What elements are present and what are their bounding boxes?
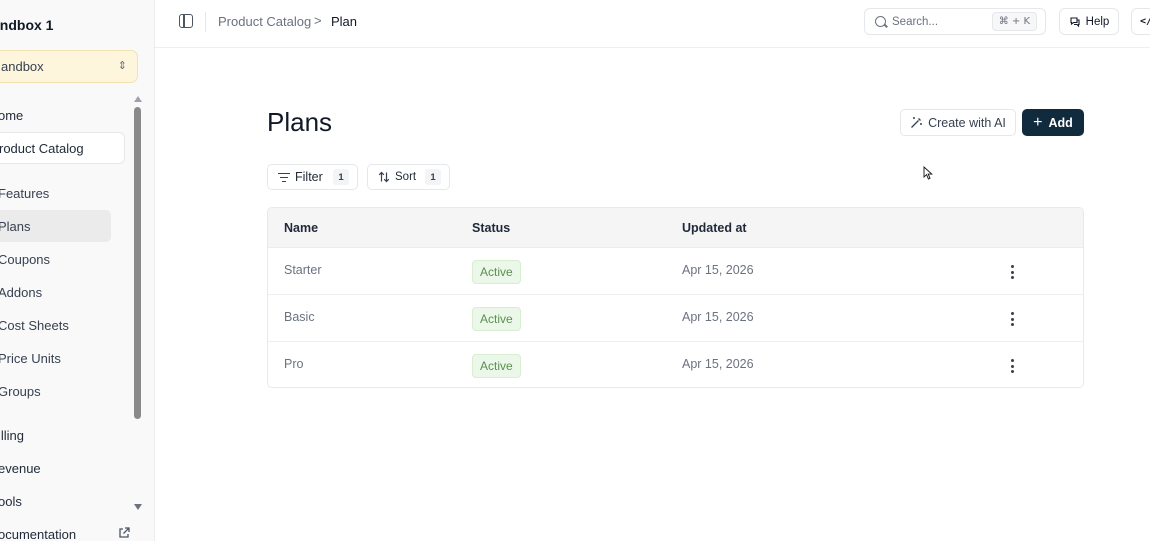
environment-select[interactable]: andbox ⇕ [0,50,138,83]
search-shortcut: ⌘ + K [991,12,1037,31]
sidebar-item-label: Cost Sheets [0,317,69,333]
sidebar-item-tools[interactable]: ools [0,485,22,517]
status-cell: Active [472,307,521,331]
table-row[interactable]: Starter Active Apr 15, 2026 [268,248,1083,295]
sidebar-item-groups[interactable]: Groups [0,375,41,407]
sidebar: andbox 1 andbox ⇕ ome roduct Catalog Fea… [0,0,155,541]
row-menu-icon[interactable] [1009,359,1015,373]
sidebar-item-revenue[interactable]: evenue [0,452,41,484]
magic-wand-icon [911,117,923,128]
filter-button[interactable]: Filter 1 [267,164,358,190]
sort-label: Sort [395,171,417,183]
workspace-title: andbox 1 [0,17,54,33]
table-row[interactable]: Basic Active Apr 15, 2026 [268,295,1083,342]
sidebar-item-coupons[interactable]: Coupons [0,243,50,275]
sidebar-item-billing[interactable]: illing [0,419,24,451]
table-header: Name Status Updated at [268,208,1083,248]
column-header-updated-at[interactable]: Updated at [682,221,747,235]
sort-arrows-icon [378,171,390,183]
add-label: Add [1048,115,1073,130]
sidebar-item-label: Coupons [0,251,51,267]
chevron-up-down-icon: ⇕ [117,60,127,72]
search-icon [875,16,886,27]
sidebar-item-addons[interactable]: Addons [0,276,42,308]
plan-name: Pro [284,357,304,371]
sidebar-item-label: Features [0,185,50,201]
breadcrumb-plan: Plan [331,14,358,29]
sidebar-item-features[interactable]: Features [0,177,49,209]
plan-name: Starter [284,263,322,277]
row-menu-icon[interactable] [1009,312,1015,326]
page-title: Plans [267,107,333,137]
sort-button[interactable]: Sort 1 [367,164,450,190]
create-with-ai-button[interactable]: Create with AI [900,109,1016,136]
divider [205,12,206,32]
filter-icon [278,172,290,182]
plus-icon: + [1033,113,1043,131]
help-label: Help [1085,15,1110,28]
sidebar-item-documentation[interactable]: ocumentation [0,518,76,541]
sidebar-item-label: ocumentation [0,526,77,541]
sidebar-item-home[interactable]: ome [0,99,23,131]
sidebar-item-cost-sheets[interactable]: Cost Sheets [0,309,69,341]
status-cell: Active [472,260,521,284]
sidebar-item-label: illing [0,427,25,443]
breadcrumb-separator: > [314,13,322,28]
scroll-up-arrow-icon[interactable] [134,96,142,102]
sidebar-item-label: Price Units [0,350,61,366]
add-button[interactable]: + Add [1022,109,1084,136]
filter-count-badge: 1 [333,169,349,185]
status-cell: Active [472,354,521,378]
status-badge: Active [472,354,521,378]
chat-help-icon [1070,16,1080,27]
sidebar-item-label: evenue [0,460,41,476]
filter-label: Filter [295,170,323,184]
sidebar-item-label: ools [0,493,22,509]
search-input[interactable]: Search... ⌘ + K [864,8,1046,35]
column-header-status[interactable]: Status [472,221,510,235]
mouse-cursor-icon [923,166,933,180]
sidebar-item-label: Groups [0,383,41,399]
sidebar-item-plans[interactable]: Plans [0,210,111,242]
updated-date: Apr 15, 2026 [682,263,754,277]
sidebar-item-product-catalog[interactable]: roduct Catalog [0,132,125,164]
status-badge: Active [472,307,521,331]
code-button[interactable]: </ [1131,8,1150,35]
help-button[interactable]: Help [1059,8,1119,35]
sidebar-item-label: Addons [0,284,43,300]
plan-name: Basic [284,310,315,324]
sort-count-badge: 1 [425,169,441,185]
sidebar-item-label: roduct Catalog [0,140,84,156]
table-row[interactable]: Pro Active Apr 15, 2026 [268,342,1083,387]
top-bar: Product Catalog > Plan Search... ⌘ + K H… [155,0,1150,48]
sidebar-scrollbar-thumb[interactable] [134,107,141,419]
external-link-icon[interactable] [118,527,130,539]
plans-table: Name Status Updated at Starter Active Ap… [267,207,1084,388]
row-menu-icon[interactable] [1009,265,1015,279]
search-placeholder: Search... [892,15,939,28]
updated-date: Apr 15, 2026 [682,310,754,324]
sidebar-item-price-units[interactable]: Price Units [0,342,61,374]
scroll-down-arrow-icon[interactable] [134,504,142,510]
sidebar-item-label: Plans [0,218,31,234]
updated-date: Apr 15, 2026 [682,357,754,371]
sidebar-item-label: ome [0,107,24,123]
sidebar-toggle-icon[interactable] [179,14,193,28]
create-with-ai-label: Create with AI [928,115,1006,130]
column-header-name[interactable]: Name [284,221,318,235]
breadcrumb-product-catalog[interactable]: Product Catalog [218,14,311,29]
environment-value: andbox [1,59,44,74]
status-badge: Active [472,260,521,284]
code-icon: </ [1140,16,1150,27]
